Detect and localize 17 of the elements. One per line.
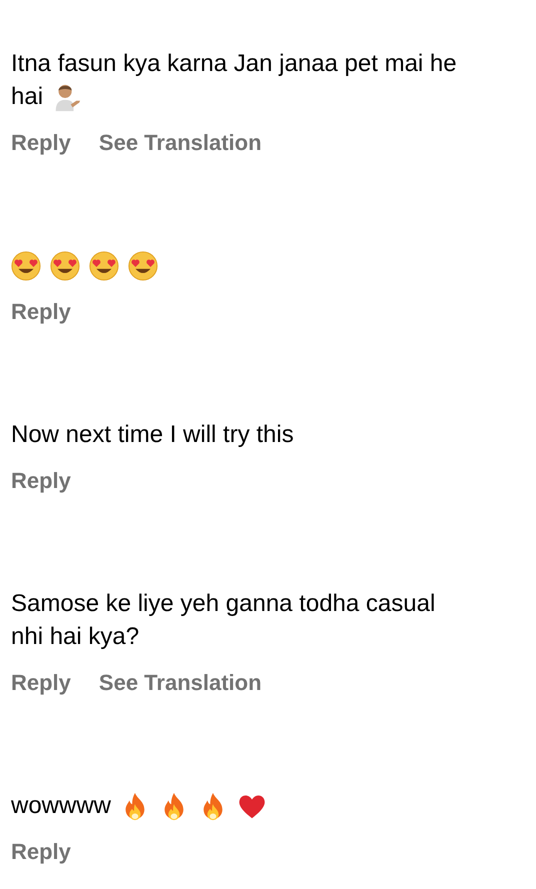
reply-link[interactable]: Reply <box>11 298 71 326</box>
heart-eyes-emoji-icon <box>89 250 119 280</box>
reply-link[interactable]: Reply <box>11 467 71 495</box>
comment-text: Itna fasun kya karna Jan janaa pet mai he <box>11 50 457 78</box>
heart-eyes-emoji-icon <box>50 250 80 280</box>
comment-text: hai <box>11 82 44 110</box>
comment-text: nhi hai kya? <box>11 622 140 650</box>
see-translation-link[interactable]: See Translation <box>98 129 262 157</box>
heart-eyes-emoji-icon <box>11 250 41 280</box>
comment-text: wowwww <box>11 792 112 820</box>
see-translation-link[interactable]: See Translation <box>98 669 262 697</box>
comment-text: Samose ke liye yeh ganna todha casual <box>11 590 436 618</box>
reply-link[interactable]: Reply <box>11 838 71 866</box>
heart-eyes-emoji-icon <box>128 250 158 280</box>
reply-link[interactable]: Reply <box>11 669 71 697</box>
comment-text: Now next time I will try this <box>11 420 294 448</box>
reply-link[interactable]: Reply <box>11 129 71 157</box>
